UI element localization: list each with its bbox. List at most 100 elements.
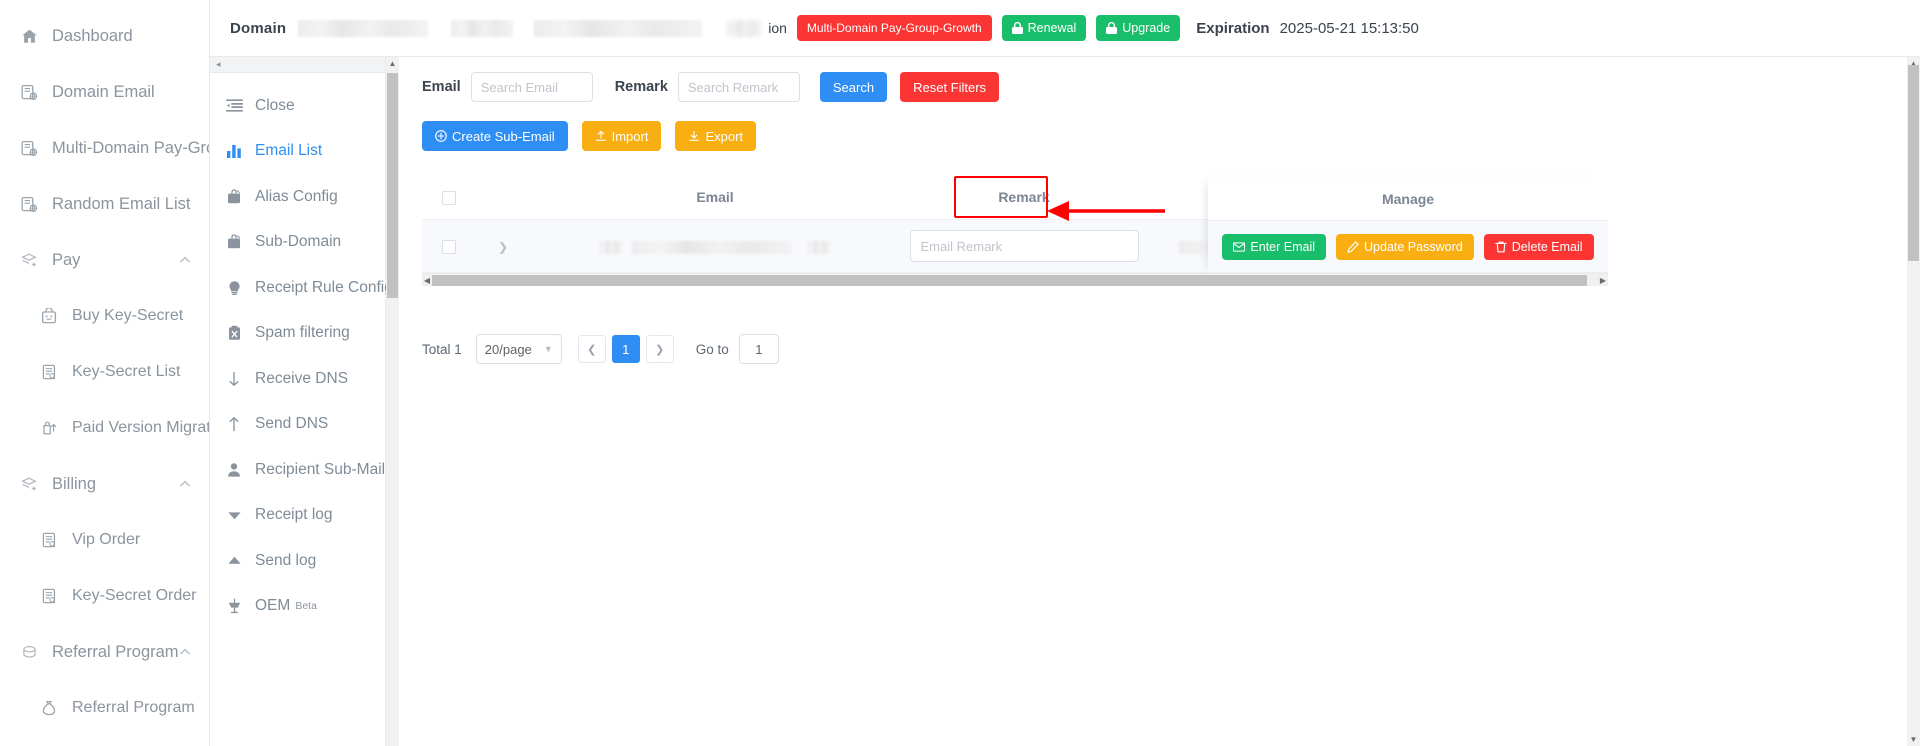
sidebar-item-label: Random Email List [52, 194, 191, 213]
sidebar-item-domain-email[interactable]: Domain Email [0, 64, 209, 120]
subnav-item-alias-config[interactable]: Alias Config [210, 174, 385, 220]
page-vertical-scrollbar[interactable]: ▲ ▼ [1907, 57, 1920, 746]
export-label: Export [705, 128, 744, 144]
collapse-arrow-icon: ◂ [216, 59, 221, 69]
enter-email-button[interactable]: Enter Email [1222, 233, 1327, 260]
search-remark-input[interactable] [677, 72, 800, 102]
subnav-item-receive-dns[interactable]: Receive DNS [210, 356, 385, 402]
subnav-collapse-bar[interactable]: ◂ [210, 57, 385, 73]
import-button[interactable]: Import [581, 121, 662, 151]
subnav-item-email-list[interactable]: Email List [210, 129, 385, 175]
sidebar-item-pay[interactable]: Pay [0, 232, 209, 288]
next-page-button[interactable]: ❯ [645, 335, 674, 364]
spam-icon [224, 325, 244, 341]
email-redacted-suffix [808, 240, 831, 254]
delete-email-button[interactable]: Delete Email [1483, 233, 1594, 260]
import-label: Import [611, 128, 649, 144]
subnav-item-receipt-log[interactable]: Receipt log [210, 493, 385, 539]
chevron-left-icon: ❮ [587, 343, 597, 356]
domain-extra-redacted-2 [534, 19, 703, 37]
page-scroll-thumb[interactable] [1908, 65, 1919, 261]
row-select-cell [422, 219, 476, 274]
header-remark: Remark [900, 177, 1148, 221]
page-size-select[interactable]: 20/page ▼ [475, 334, 562, 365]
list-doc-icon [38, 362, 60, 382]
person-icon [224, 462, 244, 478]
bag-icon [38, 306, 60, 326]
subnav-item-close[interactable]: Close [210, 83, 385, 129]
pencil-icon [1347, 240, 1359, 253]
goto-page-input[interactable] [738, 334, 779, 365]
subnav-item-recipient-sub-mail[interactable]: Recipient Sub-Mail [210, 447, 385, 493]
subnav-item-oem[interactable]: OEM Beta [210, 584, 385, 630]
envelope-icon [1233, 241, 1246, 253]
action-bar: Create Sub-Email Import Export [422, 121, 1920, 151]
pagination-bar: Total 1 20/page ▼ ❮ 1 ❯ Go to [422, 334, 1920, 365]
sidebar-item-vip-order[interactable]: Vip Order [0, 512, 209, 568]
main-vertical-scrollbar[interactable]: ▲ [386, 57, 399, 746]
sidebar-item-referral-program[interactable]: Referral Program [0, 680, 209, 736]
email-remark-input[interactable] [909, 230, 1139, 263]
sidebar-item-key-secret-list[interactable]: Key-Secret List [0, 344, 209, 400]
sidebar-item-label: Key-Secret Order [72, 587, 197, 604]
update-password-button[interactable]: Update Password [1336, 233, 1474, 260]
sidebar-item-label: Multi-Domain Pay-Group [52, 138, 209, 157]
chevron-up-icon [179, 478, 191, 490]
sidebar-item-billing[interactable]: Billing [0, 456, 209, 512]
sidebar-item-label: Buy Key-Secret [72, 307, 184, 324]
sidebar-item-multi-domain-pay-group[interactable]: Multi-Domain Pay-Group [0, 120, 209, 176]
scroll-up-arrow-icon[interactable]: ▲ [386, 58, 399, 70]
list-doc-icon [38, 586, 60, 606]
subnav-item-sub-domain[interactable]: Sub-Domain [210, 220, 385, 266]
domain-extra-redacted-3 [727, 19, 762, 37]
search-button[interactable]: Search [819, 72, 888, 102]
sidebar-item-label: Vip Order [72, 531, 141, 548]
hscroll-thumb[interactable] [432, 275, 1587, 287]
arrow-down-icon [224, 371, 244, 387]
migrate-icon [38, 418, 60, 438]
header-manage: Manage [1208, 177, 1608, 221]
sidebar-item-label: Pay [52, 250, 81, 269]
subnav-item-send-log[interactable]: Send log [210, 538, 385, 584]
prev-page-button[interactable]: ❮ [577, 335, 606, 364]
page-scroll-down-arrow-icon[interactable]: ▼ [1907, 733, 1920, 746]
subnav-item-spam-filtering[interactable]: Spam filtering [210, 311, 385, 357]
expand-row-icon[interactable]: ❯ [498, 240, 508, 254]
sidebar-item-paid-version-migration[interactable]: Paid Version Migration [0, 400, 209, 456]
table-horizontal-scrollbar[interactable]: ◀ ▶ [422, 273, 1608, 287]
version-suffix-text: ion [768, 20, 787, 36]
sidebar-item-referred-user-list[interactable]: Referred User List [0, 736, 209, 746]
sidebar-item-buy-key-secret[interactable]: Buy Key-Secret [0, 288, 209, 344]
reset-filters-button[interactable]: Reset Filters [900, 72, 1000, 102]
row-email-cell [530, 219, 900, 274]
moneybag-icon [38, 698, 60, 718]
domain-topbar: Domain ion Multi-Domain Pay-Group-Growth… [210, 0, 1920, 57]
hscroll-left-arrow-icon[interactable]: ◀ [422, 274, 432, 287]
coin-icon [18, 642, 40, 662]
expiration-label: Expiration [1196, 19, 1270, 37]
bar-chart-icon [224, 144, 244, 159]
header-email: Email [530, 177, 900, 221]
subnav-item-receipt-rule-config[interactable]: Receipt Rule Config [210, 265, 393, 311]
subnav-item-send-dns[interactable]: Send DNS [210, 402, 385, 448]
reset-filters-label: Reset Filters [913, 79, 987, 95]
sidebar-item-dashboard[interactable]: Dashboard [0, 8, 209, 64]
renewal-button[interactable]: Renewal [1001, 15, 1087, 41]
email-filter-label: Email [422, 79, 461, 95]
row-checkbox[interactable] [442, 240, 456, 255]
sidebar-item-referral-program[interactable]: Referral Program [0, 624, 209, 680]
hscroll-right-arrow-icon[interactable]: ▶ [1598, 274, 1608, 287]
scroll-thumb[interactable] [387, 73, 398, 298]
search-email-input[interactable] [470, 72, 593, 102]
select-all-checkbox[interactable] [442, 191, 456, 206]
sidebar-item-random-email-list[interactable]: Random Email List [0, 176, 209, 232]
sidebar-item-key-secret-order[interactable]: Key-Secret Order [0, 568, 209, 624]
sidebar-item-label: Referral Program [72, 699, 195, 716]
domain-email-icon [18, 194, 40, 214]
export-button[interactable]: Export [675, 121, 757, 151]
upgrade-button[interactable]: Upgrade [1096, 15, 1181, 41]
upload-icon [595, 130, 607, 142]
plan-badge[interactable]: Multi-Domain Pay-Group-Growth [796, 15, 992, 41]
page-number-button[interactable]: 1 [611, 335, 640, 364]
create-sub-email-button[interactable]: Create Sub-Email [422, 121, 568, 151]
